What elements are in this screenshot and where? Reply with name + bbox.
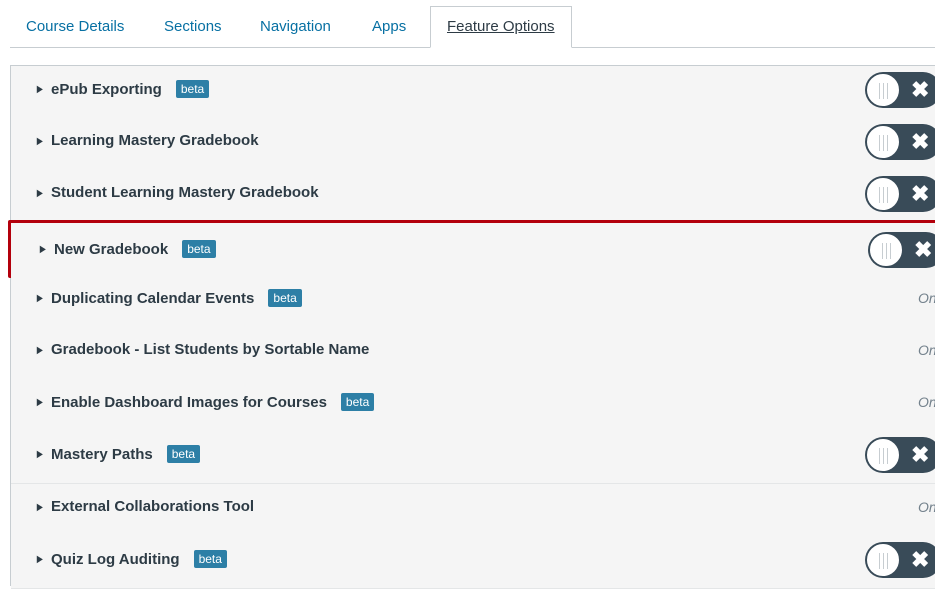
expand-caret-icon[interactable]: ▶ [37, 188, 43, 199]
feature-name[interactable]: External Collaborations Tool [51, 498, 254, 515]
feature-name-label: Gradebook - List Students by Sortable Na… [51, 341, 370, 358]
tab-course-details[interactable]: Course Details [10, 7, 140, 47]
feature-name[interactable]: Enable Dashboard Images for Courses beta [51, 393, 375, 411]
feature-name-label: Enable Dashboard Images for Courses [51, 394, 327, 411]
toggle-knob[interactable] [866, 438, 900, 472]
feature-row[interactable]: ▶ Enable Dashboard Images for Courses beta… [11, 379, 935, 432]
feature-name-label: Student Learning Mastery Gradebook [51, 184, 319, 201]
x-icon: ✖ [911, 129, 930, 154]
feature-name[interactable]: ePub Exporting beta [51, 80, 210, 98]
feature-row[interactable]: ▶ External Collaborations Tool On [11, 484, 935, 537]
feature-name-label: Quiz Log Auditing [51, 551, 180, 568]
feature-toggle[interactable]: ✖ [868, 232, 935, 268]
feature-toggle[interactable]: ✖ [865, 176, 935, 212]
tab-sections[interactable]: Sections [148, 7, 238, 47]
feature-name[interactable]: Quiz Log Auditing beta [51, 550, 227, 568]
expand-caret-icon[interactable]: ▶ [37, 136, 43, 147]
expand-caret-icon[interactable]: ▶ [37, 502, 43, 513]
feature-row[interactable]: ▶ Learning Mastery Gradebook ✖ [11, 118, 935, 171]
feature-name-label: ePub Exporting [51, 81, 162, 98]
beta-badge: beta [182, 240, 216, 258]
feature-name[interactable]: Mastery Paths beta [51, 445, 201, 463]
feature-name-label: New Gradebook [54, 241, 169, 258]
tab-feature-options[interactable]: Feature Options [430, 6, 572, 48]
feature-name-label: External Collaborations Tool [51, 498, 255, 515]
expand-caret-icon[interactable]: ▶ [37, 345, 43, 356]
toggle-knob[interactable] [866, 125, 900, 159]
feature-row[interactable]: ▶ Mastery Paths beta ✖ [11, 431, 935, 484]
feature-status: On [918, 342, 935, 358]
toggle-knob[interactable] [866, 73, 900, 107]
beta-badge: beta [268, 289, 302, 307]
tab-apps[interactable]: Apps [356, 7, 422, 47]
beta-badge: beta [166, 445, 201, 463]
feature-name-label: Duplicating Calendar Events [51, 290, 255, 307]
x-icon: ✖ [911, 547, 930, 572]
expand-caret-icon[interactable]: ▶ [37, 397, 43, 408]
beta-badge: beta [175, 80, 210, 98]
feature-row[interactable]: ▶ ePub Exporting beta ✖ [11, 66, 935, 119]
beta-badge: beta [340, 393, 375, 411]
beta-badge: beta [193, 550, 227, 568]
feature-toggle[interactable]: ✖ [865, 124, 935, 160]
course-settings-tabs: Course Details Sections Navigation Apps … [10, 0, 935, 48]
feature-status: On [918, 394, 935, 410]
feature-row[interactable]: ▶ Duplicating Calendar Events beta On [11, 275, 935, 328]
expand-caret-icon[interactable]: ▶ [40, 244, 46, 255]
feature-status: On [918, 290, 935, 306]
feature-name[interactable]: Duplicating Calendar Events beta [51, 289, 302, 307]
toggle-knob[interactable] [869, 233, 903, 267]
toggle-knob[interactable] [866, 177, 900, 211]
toggle-knob[interactable] [866, 543, 900, 577]
x-icon: ✖ [911, 77, 930, 102]
feature-name[interactable]: Student Learning Mastery Gradebook [51, 184, 319, 201]
x-icon: ✖ [911, 181, 930, 206]
feature-name-label: Mastery Paths [51, 446, 153, 463]
feature-name[interactable]: Gradebook - List Students by Sortable Na… [51, 341, 369, 358]
feature-toggle[interactable]: ✖ [865, 437, 935, 473]
expand-caret-icon[interactable]: ▶ [37, 84, 43, 95]
tab-navigation[interactable]: Navigation [244, 7, 347, 47]
x-icon: ✖ [914, 237, 933, 262]
expand-caret-icon[interactable]: ▶ [37, 293, 43, 304]
feature-row[interactable]: ▶ Gradebook - List Students by Sortable N… [11, 327, 935, 380]
feature-name[interactable]: New Gradebook beta [54, 240, 216, 258]
x-icon: ✖ [911, 442, 930, 467]
feature-row[interactable]: ▶ Student Learning Mastery Gradebook ✖ [11, 170, 935, 223]
feature-row[interactable]: ▶ New Gradebook beta ✖ [8, 220, 935, 278]
expand-caret-icon[interactable]: ▶ [37, 449, 43, 460]
feature-options-list: ▶ ePub Exporting beta ✖ ▶ Learning Mastery Gr… [8, 65, 935, 589]
feature-status: On [918, 499, 935, 515]
expand-caret-icon[interactable]: ▶ [37, 554, 43, 565]
feature-toggle[interactable]: ✖ [865, 72, 935, 108]
feature-name-label: Learning Mastery Gradebook [51, 132, 259, 149]
feature-row[interactable]: ▶ Quiz Log Auditing beta ✖ [11, 536, 935, 589]
feature-name[interactable]: Learning Mastery Gradebook [51, 132, 259, 149]
